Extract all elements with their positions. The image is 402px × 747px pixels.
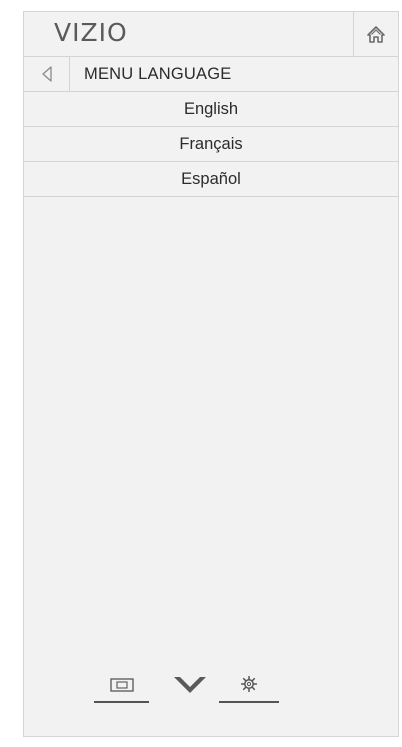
option-label: Français bbox=[179, 134, 243, 153]
settings-underline bbox=[219, 701, 279, 703]
header-bar: VIZIO bbox=[24, 12, 398, 57]
menu-panel: VIZIO MENU LANGUAGE English Français Esp… bbox=[23, 11, 399, 737]
option-label: English bbox=[183, 99, 239, 118]
input-button[interactable] bbox=[94, 668, 149, 708]
menu-title: MENU LANGUAGE bbox=[84, 65, 232, 83]
language-option-english[interactable]: English bbox=[24, 92, 398, 127]
vizio-v-icon bbox=[174, 677, 206, 693]
gear-icon bbox=[241, 676, 257, 692]
back-button[interactable] bbox=[24, 57, 70, 91]
option-label: Español bbox=[181, 169, 241, 188]
home-icon bbox=[367, 25, 385, 43]
menu-title-row: MENU LANGUAGE bbox=[24, 57, 398, 92]
settings-button[interactable] bbox=[219, 668, 279, 708]
back-arrow-icon bbox=[41, 66, 52, 82]
bottom-nav-bar bbox=[94, 668, 279, 708]
language-option-francais[interactable]: Français bbox=[24, 127, 398, 162]
home-button[interactable] bbox=[353, 12, 398, 56]
language-option-espanol[interactable]: Español bbox=[24, 162, 398, 197]
input-icon bbox=[109, 678, 134, 692]
vizio-logo: VIZIO bbox=[54, 18, 128, 47]
vizio-button[interactable] bbox=[169, 668, 211, 708]
input-underline bbox=[94, 701, 149, 703]
